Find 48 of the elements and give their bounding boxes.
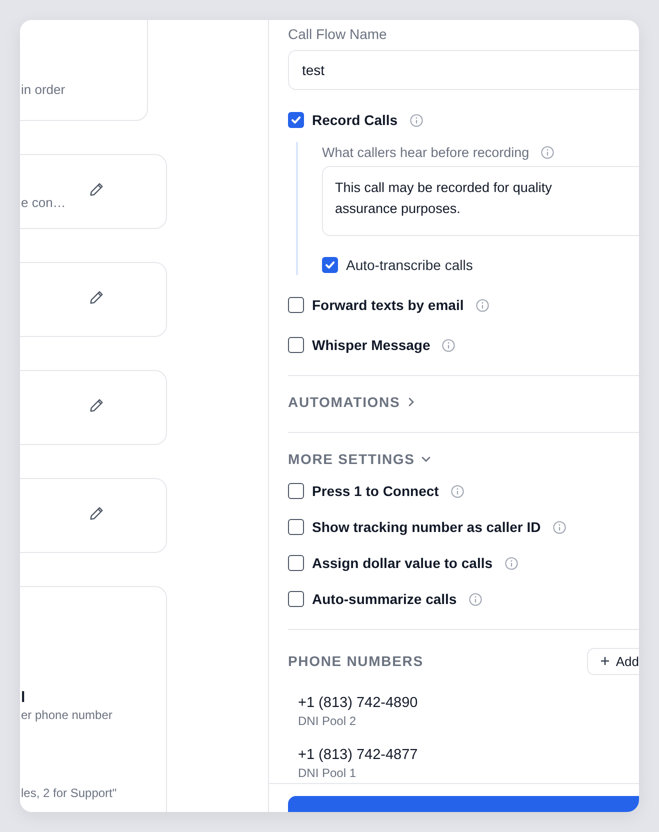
info-icon [442,338,456,352]
option-label: Auto-transcribe calls [346,257,473,273]
checkbox[interactable] [322,257,338,273]
card-text: in order [21,82,66,98]
option-label: Assign dollar value to calls [312,555,493,571]
checkbox[interactable] [288,483,304,499]
pencil-icon[interactable] [89,182,104,197]
option-label: Show tracking number as caller ID [312,519,541,535]
plus-icon [600,656,610,666]
info-icon [504,556,518,570]
check-icon [290,114,302,126]
field-label: What callers hear before recording [322,144,530,160]
info-icon [476,298,489,312]
option-label: Auto-summarize calls [312,591,457,607]
checkbox[interactable] [288,519,304,535]
info-icon [552,520,566,534]
pool-name: DNI Pool 1 [298,765,356,781]
info-icon [410,114,423,126]
section-heading: PHONE NUMBERS [288,653,424,669]
option-label: Record Calls [312,112,398,128]
info-icon [541,146,554,158]
checkbox[interactable] [288,591,304,607]
section-toggle[interactable]: MORE SETTINGS [288,449,431,469]
checkbox[interactable] [288,112,304,128]
card-text: les, 2 for Support" [21,786,117,800]
checkbox[interactable] [288,337,304,353]
checkbox[interactable] [288,555,304,571]
phone-number: +1 (813) 742-4890 [298,694,418,713]
card-title: l [21,688,26,708]
pencil-icon[interactable] [89,290,104,305]
card-subtitle: er phone number [21,708,112,722]
add-button[interactable]: Add [586,648,639,674]
info-icon [468,592,482,606]
message-field[interactable]: This call may be recorded for quality assurance purposes. [322,166,639,236]
pool-name: DNI Pool 2 [298,713,356,729]
field-label: Call Flow Name [288,25,388,44]
option-label: Forward texts by email [312,297,464,313]
input-field[interactable]: test [288,50,639,90]
option-label: Whisper Message [312,337,430,353]
option-label: Press 1 to Connect [312,483,439,499]
check-icon [324,259,336,271]
info-icon [450,484,464,498]
phone-number: +1 (813) 742-4877 [298,746,418,765]
pencil-icon[interactable] [89,506,104,521]
checkbox[interactable] [288,297,304,313]
card-text: e con… [21,195,67,211]
section-toggle[interactable]: AUTOMATIONS [288,392,416,412]
pencil-icon[interactable] [89,398,104,413]
